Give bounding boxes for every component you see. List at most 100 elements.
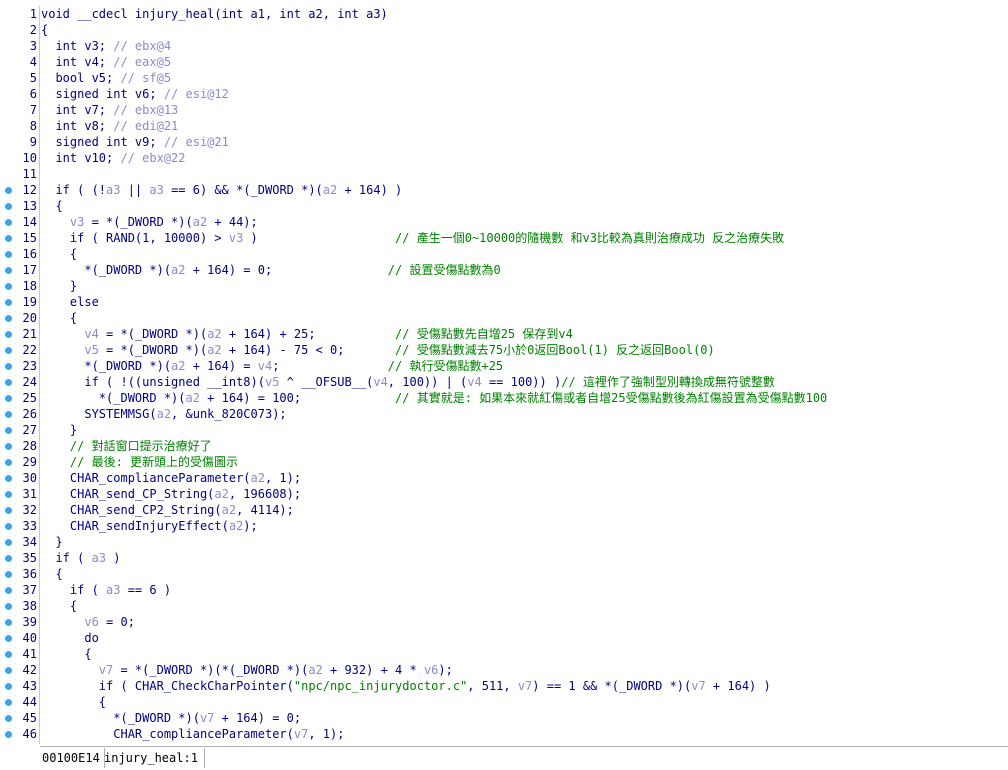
- breakpoint-marker-icon[interactable]: [5, 619, 12, 626]
- breakpoint-marker-icon[interactable]: [5, 699, 12, 706]
- code-text[interactable]: if ( CHAR_CheckCharPointer("npc/npc_inju…: [41, 678, 771, 694]
- code-line[interactable]: 31 CHAR_send_CP_String(a2, 196608);: [0, 486, 1008, 502]
- breakpoint-marker-icon[interactable]: [5, 731, 12, 738]
- code-text[interactable]: *(_DWORD *)(a2 + 164) = 100; // 其實就是: 如果…: [41, 390, 827, 406]
- code-line[interactable]: 15 if ( RAND(1, 10000) > v3 ) // 產生一個0~1…: [0, 230, 1008, 246]
- code-text[interactable]: else: [41, 294, 99, 310]
- code-text[interactable]: if ( !((unsigned __int8)(v5 ^ __OFSUB__(…: [41, 374, 775, 390]
- code-text[interactable]: }: [41, 534, 62, 550]
- code-line[interactable]: 42 v7 = *(_DWORD *)(*(_DWORD *)(a2 + 932…: [0, 662, 1008, 678]
- code-text[interactable]: *(_DWORD *)(a2 + 164) = 0; // 設置受傷點數為0: [41, 262, 500, 278]
- code-line[interactable]: 43 if ( CHAR_CheckCharPointer("npc/npc_i…: [0, 678, 1008, 694]
- code-line[interactable]: 38 {: [0, 598, 1008, 614]
- code-line[interactable]: 40 do: [0, 630, 1008, 646]
- code-text[interactable]: {: [41, 198, 62, 214]
- code-line[interactable]: 12 if ( (!a3 || a3 == 6) && *(_DWORD *)(…: [0, 182, 1008, 198]
- breakpoint-marker-icon[interactable]: [5, 539, 12, 546]
- code-text[interactable]: // 對話窗口提示治療好了: [41, 438, 212, 454]
- code-text[interactable]: if ( (!a3 || a3 == 6) && *(_DWORD *)(a2 …: [41, 182, 402, 198]
- code-text[interactable]: }: [41, 422, 77, 438]
- code-text[interactable]: *(_DWORD *)(v7 + 164) = 0;: [41, 710, 301, 726]
- code-text[interactable]: SYSTEMMSG(a2, &unk_820C073);: [41, 406, 286, 422]
- code-text[interactable]: int v4; // eax@5: [41, 54, 171, 70]
- code-line[interactable]: 5 bool v5; // sf@5: [0, 70, 1008, 86]
- breakpoint-marker-icon[interactable]: [5, 219, 12, 226]
- code-text[interactable]: *(_DWORD *)(a2 + 164) = v4; // 執行受傷點數+25: [41, 358, 503, 374]
- breakpoint-marker-icon[interactable]: [5, 379, 12, 386]
- code-line[interactable]: 18 }: [0, 278, 1008, 294]
- code-line[interactable]: 2{: [0, 22, 1008, 38]
- code-text[interactable]: }: [41, 278, 77, 294]
- code-text[interactable]: {: [41, 646, 91, 662]
- code-line[interactable]: 21 v4 = *(_DWORD *)(a2 + 164) + 25; // 受…: [0, 326, 1008, 342]
- code-line[interactable]: 10 int v10; // ebx@22: [0, 150, 1008, 166]
- code-text[interactable]: signed int v6; // esi@12: [41, 86, 228, 102]
- breakpoint-marker-icon[interactable]: [5, 427, 12, 434]
- code-line[interactable]: 6 signed int v6; // esi@12: [0, 86, 1008, 102]
- code-text[interactable]: CHAR_complianceParameter(v7, 1);: [41, 726, 344, 742]
- code-line[interactable]: 36 {: [0, 566, 1008, 582]
- pseudocode-editor[interactable]: 1 void __cdecl injury_heal(int a1, int a2…: [0, 0, 1008, 744]
- code-line[interactable]: 22 v5 = *(_DWORD *)(a2 + 164) - 75 < 0; …: [0, 342, 1008, 358]
- code-text[interactable]: bool v5; // sf@5: [41, 70, 171, 86]
- code-text[interactable]: {: [41, 598, 77, 614]
- code-line[interactable]: 37 if ( a3 == 6 ): [0, 582, 1008, 598]
- code-text[interactable]: v7 = *(_DWORD *)(*(_DWORD *)(a2 + 932) +…: [41, 662, 453, 678]
- code-line[interactable]: 30 CHAR_complianceParameter(a2, 1);: [0, 470, 1008, 486]
- code-text[interactable]: void __cdecl injury_heal(int a1, int a2,…: [41, 6, 388, 22]
- code-text[interactable]: if ( a3 ): [41, 550, 120, 566]
- code-text[interactable]: do: [41, 630, 98, 646]
- code-text[interactable]: {: [41, 246, 77, 262]
- code-text[interactable]: {: [41, 22, 48, 38]
- breakpoint-marker-icon[interactable]: [5, 299, 12, 306]
- breakpoint-marker-icon[interactable]: [5, 507, 12, 514]
- code-text[interactable]: {: [41, 694, 106, 710]
- code-line[interactable]: 34 }: [0, 534, 1008, 550]
- code-line[interactable]: 9 signed int v9; // esi@21: [0, 134, 1008, 150]
- code-text[interactable]: int v3; // ebx@4: [41, 38, 171, 54]
- code-text[interactable]: CHAR_send_CP_String(a2, 196608);: [41, 486, 301, 502]
- code-line[interactable]: 16 {: [0, 246, 1008, 262]
- code-line[interactable]: 39 v6 = 0;: [0, 614, 1008, 630]
- breakpoint-marker-icon[interactable]: [5, 363, 12, 370]
- code-text[interactable]: int v8; // edi@21: [41, 118, 178, 134]
- code-line[interactable]: 20 {: [0, 310, 1008, 326]
- code-line[interactable]: 8 int v8; // edi@21: [0, 118, 1008, 134]
- breakpoint-marker-icon[interactable]: [5, 235, 12, 242]
- breakpoint-marker-icon[interactable]: [5, 315, 12, 322]
- breakpoint-marker-icon[interactable]: [5, 203, 12, 210]
- breakpoint-marker-icon[interactable]: [5, 491, 12, 498]
- breakpoint-marker-icon[interactable]: [5, 443, 12, 450]
- code-line[interactable]: 7 int v7; // ebx@13: [0, 102, 1008, 118]
- code-text[interactable]: CHAR_complianceParameter(a2, 1);: [41, 470, 301, 486]
- code-line[interactable]: 3 int v3; // ebx@4: [0, 38, 1008, 54]
- code-line[interactable]: 32 CHAR_send_CP2_String(a2, 4114);: [0, 502, 1008, 518]
- code-line[interactable]: 13 {: [0, 198, 1008, 214]
- breakpoint-marker-icon[interactable]: [5, 523, 12, 530]
- code-line[interactable]: 25 *(_DWORD *)(a2 + 164) = 100; // 其實就是:…: [0, 390, 1008, 406]
- code-line[interactable]: 41 {: [0, 646, 1008, 662]
- breakpoint-marker-icon[interactable]: [5, 331, 12, 338]
- code-text[interactable]: if ( RAND(1, 10000) > v3 ) // 產生一個0~1000…: [41, 230, 784, 246]
- code-line[interactable]: 27 }: [0, 422, 1008, 438]
- breakpoint-marker-icon[interactable]: [5, 187, 12, 194]
- breakpoint-marker-icon[interactable]: [5, 395, 12, 402]
- breakpoint-marker-icon[interactable]: [5, 459, 12, 466]
- breakpoint-marker-icon[interactable]: [5, 603, 12, 610]
- code-line[interactable]: 46 CHAR_complianceParameter(v7, 1);: [0, 726, 1008, 742]
- breakpoint-marker-icon[interactable]: [5, 587, 12, 594]
- breakpoint-marker-icon[interactable]: [5, 411, 12, 418]
- breakpoint-marker-icon[interactable]: [5, 715, 12, 722]
- code-line[interactable]: 1 void __cdecl injury_heal(int a1, int a2…: [0, 6, 1008, 22]
- breakpoint-marker-icon[interactable]: [5, 635, 12, 642]
- breakpoint-marker-icon[interactable]: [5, 651, 12, 658]
- code-line[interactable]: 11: [0, 166, 1008, 182]
- code-line[interactable]: 35 if ( a3 ): [0, 550, 1008, 566]
- code-text[interactable]: int v7; // ebx@13: [41, 102, 178, 118]
- breakpoint-marker-icon[interactable]: [5, 555, 12, 562]
- code-text[interactable]: if ( a3 == 6 ): [41, 582, 171, 598]
- code-text[interactable]: int v10; // ebx@22: [41, 150, 185, 166]
- code-line[interactable]: 33 CHAR_sendInjuryEffect(a2);: [0, 518, 1008, 534]
- code-text[interactable]: v3 = *(_DWORD *)(a2 + 44);: [41, 214, 258, 230]
- breakpoint-marker-icon[interactable]: [5, 475, 12, 482]
